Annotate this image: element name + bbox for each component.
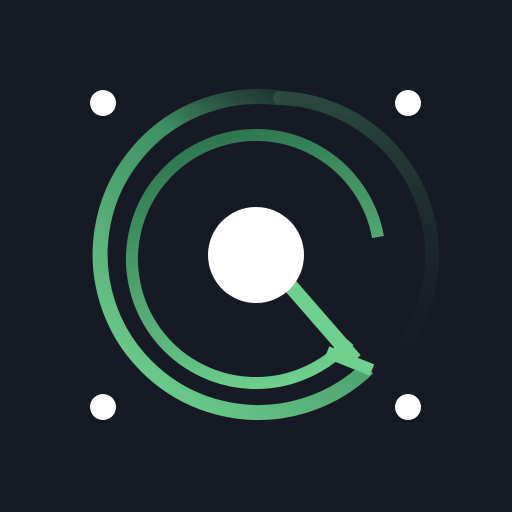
pointer-joint — [324, 346, 375, 376]
outer-ring-fade — [273, 91, 440, 367]
corner-dot-bottom-left — [90, 394, 116, 420]
corner-dot-bottom-right — [395, 394, 421, 420]
pointer-line — [282, 278, 361, 365]
app-icon-canvas — [0, 0, 512, 512]
radar-scan-icon — [90, 88, 440, 420]
corner-dot-top-right — [395, 90, 421, 116]
center-dot — [208, 207, 304, 303]
corner-dot-top-left — [90, 90, 116, 116]
